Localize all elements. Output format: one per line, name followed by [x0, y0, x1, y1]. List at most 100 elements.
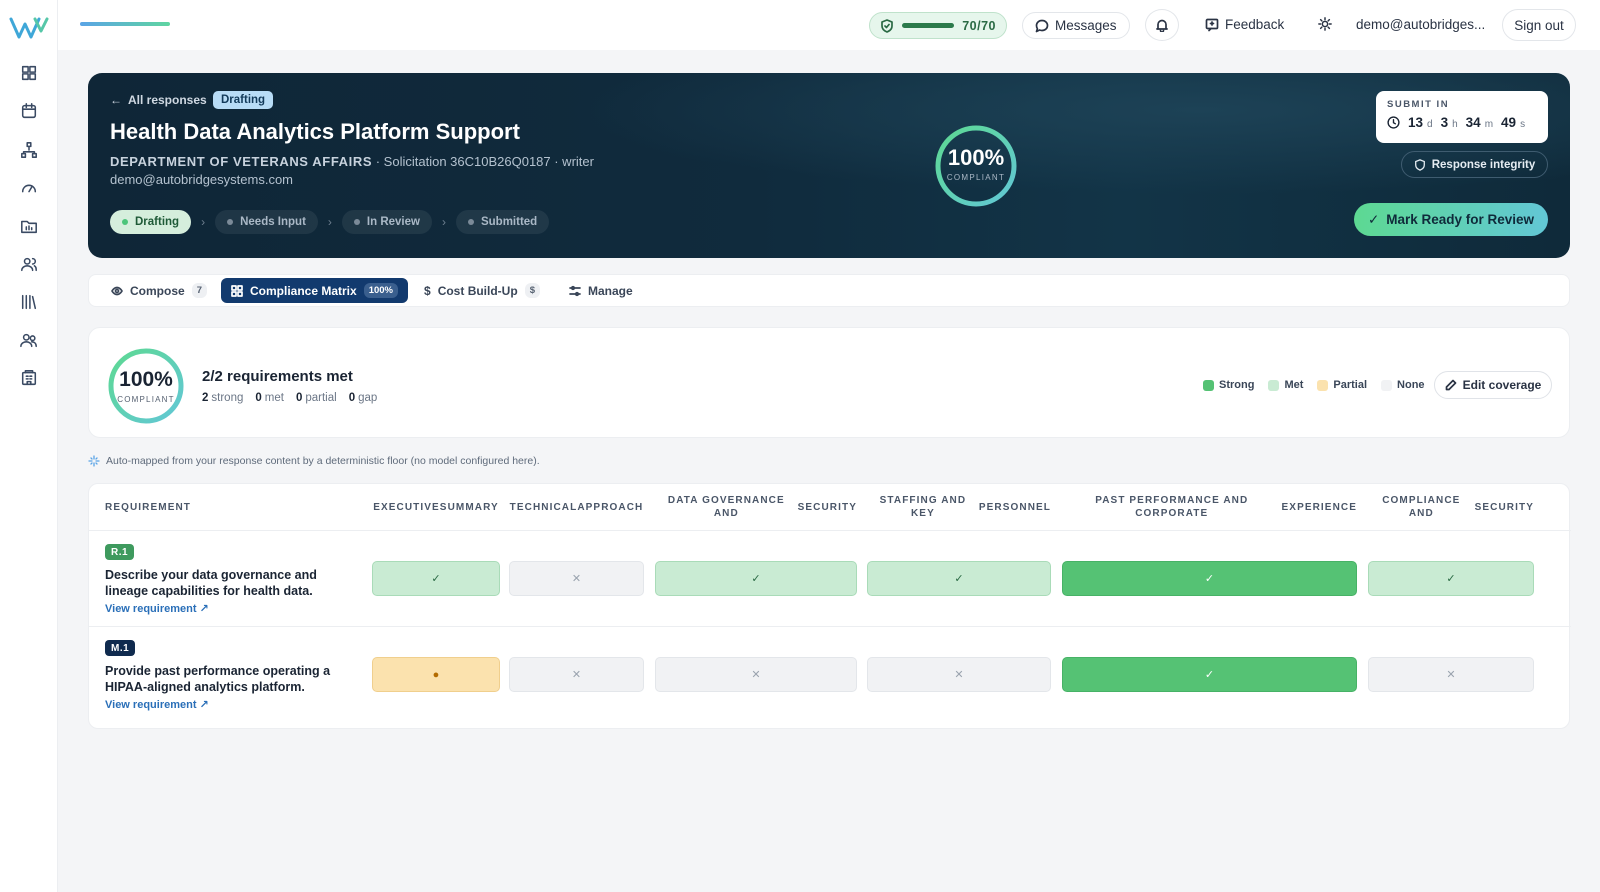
- countdown-minutes: 34: [1465, 115, 1481, 130]
- legend-none: None: [1381, 379, 1425, 391]
- column-header-staffing: STAFFING AND KEY PERSONNEL: [867, 484, 1051, 530]
- column-header-line: COMPLIANCE AND: [1382, 495, 1461, 519]
- library-icon[interactable]: [19, 292, 39, 312]
- stage-submitted[interactable]: Submitted: [455, 210, 550, 234]
- gauge-icon[interactable]: [19, 178, 39, 198]
- agency-name: DEPARTMENT OF VETERANS AFFAIRS: [110, 154, 373, 169]
- user-email[interactable]: demo@autobridges...: [1356, 17, 1485, 32]
- stage-dot: [227, 219, 234, 225]
- solicitation-meta: DEPARTMENT OF VETERANS AFFAIRS · Solicit…: [110, 154, 594, 169]
- days-unit: d: [1427, 119, 1433, 130]
- coverage-breakdown: 2 strong 0 met 0 partial 0 gap: [202, 392, 377, 404]
- legend-swatch: [1381, 379, 1393, 391]
- team-icon[interactable]: [19, 330, 39, 350]
- coverage-cell-none[interactable]: ✕: [1368, 657, 1534, 692]
- coverage-cell-strong[interactable]: ✓: [1062, 561, 1357, 596]
- legend-swatch: [1203, 379, 1214, 391]
- tab-manage[interactable]: Manage: [559, 278, 643, 303]
- submit-label: SUBMIT IN: [1387, 99, 1450, 110]
- view-requirement-link[interactable]: View requirement ↗: [105, 602, 209, 615]
- stage-label: Drafting: [135, 216, 180, 228]
- tab-label: Compose: [130, 283, 185, 298]
- coverage-cell-none[interactable]: ✕: [655, 657, 857, 692]
- sidebar: [0, 0, 58, 892]
- tab-compose[interactable]: Compose 7: [101, 278, 217, 303]
- strong-count-group: 2 strong: [202, 392, 243, 404]
- column-header-line: EXECUTIVE: [373, 501, 440, 513]
- stage-in-review[interactable]: In Review: [341, 210, 432, 234]
- sign-out-button[interactable]: Sign out: [1502, 9, 1576, 41]
- edit-coverage-button[interactable]: Edit coverage: [1434, 371, 1552, 399]
- messages-button[interactable]: Messages: [1022, 12, 1130, 39]
- notifications-button[interactable]: [1145, 9, 1179, 41]
- coverage-cell-none[interactable]: ✕: [867, 657, 1051, 692]
- column-header-executive-summary: EXECUTIVE SUMMARY: [372, 484, 500, 530]
- auto-mapped-text: Auto-mapped from your response content b…: [106, 455, 540, 467]
- stage-needs-input[interactable]: Needs Input: [215, 210, 318, 234]
- arrow-left-icon: ←: [110, 93, 122, 107]
- feedback-label: Feedback: [1225, 17, 1285, 32]
- coverage-cell-met[interactable]: ✓: [372, 561, 500, 596]
- feedback-button[interactable]: Feedback: [1205, 17, 1284, 32]
- met-label: met: [264, 392, 284, 404]
- compliance-label: COMPLIANT: [946, 173, 1006, 182]
- legend-strong: Strong: [1203, 379, 1254, 391]
- workflow-stages: Drafting › Needs Input › In Review › Sub…: [110, 210, 550, 234]
- sliders-icon: [569, 285, 581, 296]
- back-to-responses-link[interactable]: ← All responses: [110, 93, 207, 107]
- tab-cost-build-up[interactable]: $ Cost Build-Up $: [414, 278, 550, 303]
- legend-met: Met: [1268, 379, 1303, 391]
- coverage-cell-met[interactable]: ✓: [867, 561, 1051, 596]
- stage-drafting[interactable]: Drafting: [110, 210, 192, 234]
- partial-label: partial: [305, 392, 337, 404]
- gap-count: 0: [348, 392, 356, 404]
- coverage-cell-none[interactable]: ✕: [509, 561, 644, 596]
- edit-coverage-label: Edit coverage: [1462, 378, 1542, 392]
- hours-unit: h: [1452, 119, 1458, 130]
- response-integrity-button[interactable]: Response integrity: [1401, 151, 1548, 178]
- coverage-cell-none[interactable]: ✕: [509, 657, 644, 692]
- legend-partial: Partial: [1317, 379, 1367, 391]
- messages-label: Messages: [1055, 18, 1117, 33]
- mark-ready-button[interactable]: ✓ Mark Ready for Review: [1354, 203, 1548, 236]
- column-header-past-performance: PAST PERFORMANCE AND CORPORATE EXPERIENCE: [1062, 484, 1357, 530]
- coverage-cell-strong[interactable]: ✓: [1062, 657, 1357, 692]
- view-requirement-link[interactable]: View requirement ↗: [105, 698, 209, 711]
- org-chart-icon[interactable]: [19, 140, 39, 160]
- dashboard-icon[interactable]: [19, 63, 39, 83]
- met-count: 0: [255, 392, 262, 404]
- coverage-cell-met[interactable]: ✓: [655, 561, 857, 596]
- compliance-summary: 100% COMPLIANT 2/2 requirements met 2 str…: [88, 327, 1570, 438]
- grid-icon: [231, 284, 243, 297]
- stage-label: Needs Input: [240, 216, 306, 228]
- tab-count: $: [524, 283, 540, 298]
- shield-check-icon: [881, 18, 893, 33]
- tab-label: Cost Build-Up: [437, 283, 518, 298]
- column-header-compliance-security: COMPLIANCE AND SECURITY: [1368, 484, 1534, 530]
- contact-email: demo@autobridgesystems.com: [110, 172, 293, 187]
- tab-compliance-matrix[interactable]: Compliance Matrix 100%: [221, 278, 409, 303]
- requirement-code: M.1: [105, 640, 136, 656]
- coverage-cell-met[interactable]: ✓: [1368, 561, 1534, 596]
- gap-count-group: 0 gap: [349, 392, 378, 404]
- building-icon[interactable]: [19, 368, 39, 388]
- status-badge: Drafting: [213, 91, 274, 109]
- countdown-days: 13: [1408, 115, 1424, 130]
- app-logo[interactable]: [9, 16, 49, 40]
- coverage-cell-partial[interactable]: ●: [372, 657, 500, 692]
- gap-label: gap: [358, 392, 378, 404]
- column-header-line: APPROACH: [577, 501, 644, 513]
- folder-chart-icon[interactable]: [19, 216, 39, 236]
- countdown-hours: 3: [1440, 115, 1449, 130]
- calendar-icon[interactable]: [19, 101, 39, 121]
- requirement-code: R.1: [105, 544, 135, 560]
- score-pill[interactable]: 70/70: [869, 12, 1007, 39]
- chat-bubble-icon: [1035, 19, 1049, 32]
- bell-icon: [1156, 19, 1168, 32]
- met-count-group: 0 met: [255, 392, 284, 404]
- users-icon[interactable]: [19, 254, 39, 274]
- feedback-icon: [1205, 18, 1219, 31]
- compliance-matrix: REQUIREMENT EXECUTIVE SUMMARY TECHNICAL AP…: [88, 483, 1571, 729]
- minutes-unit: m: [1484, 119, 1494, 130]
- theme-toggle-sun-icon[interactable]: [1318, 17, 1332, 31]
